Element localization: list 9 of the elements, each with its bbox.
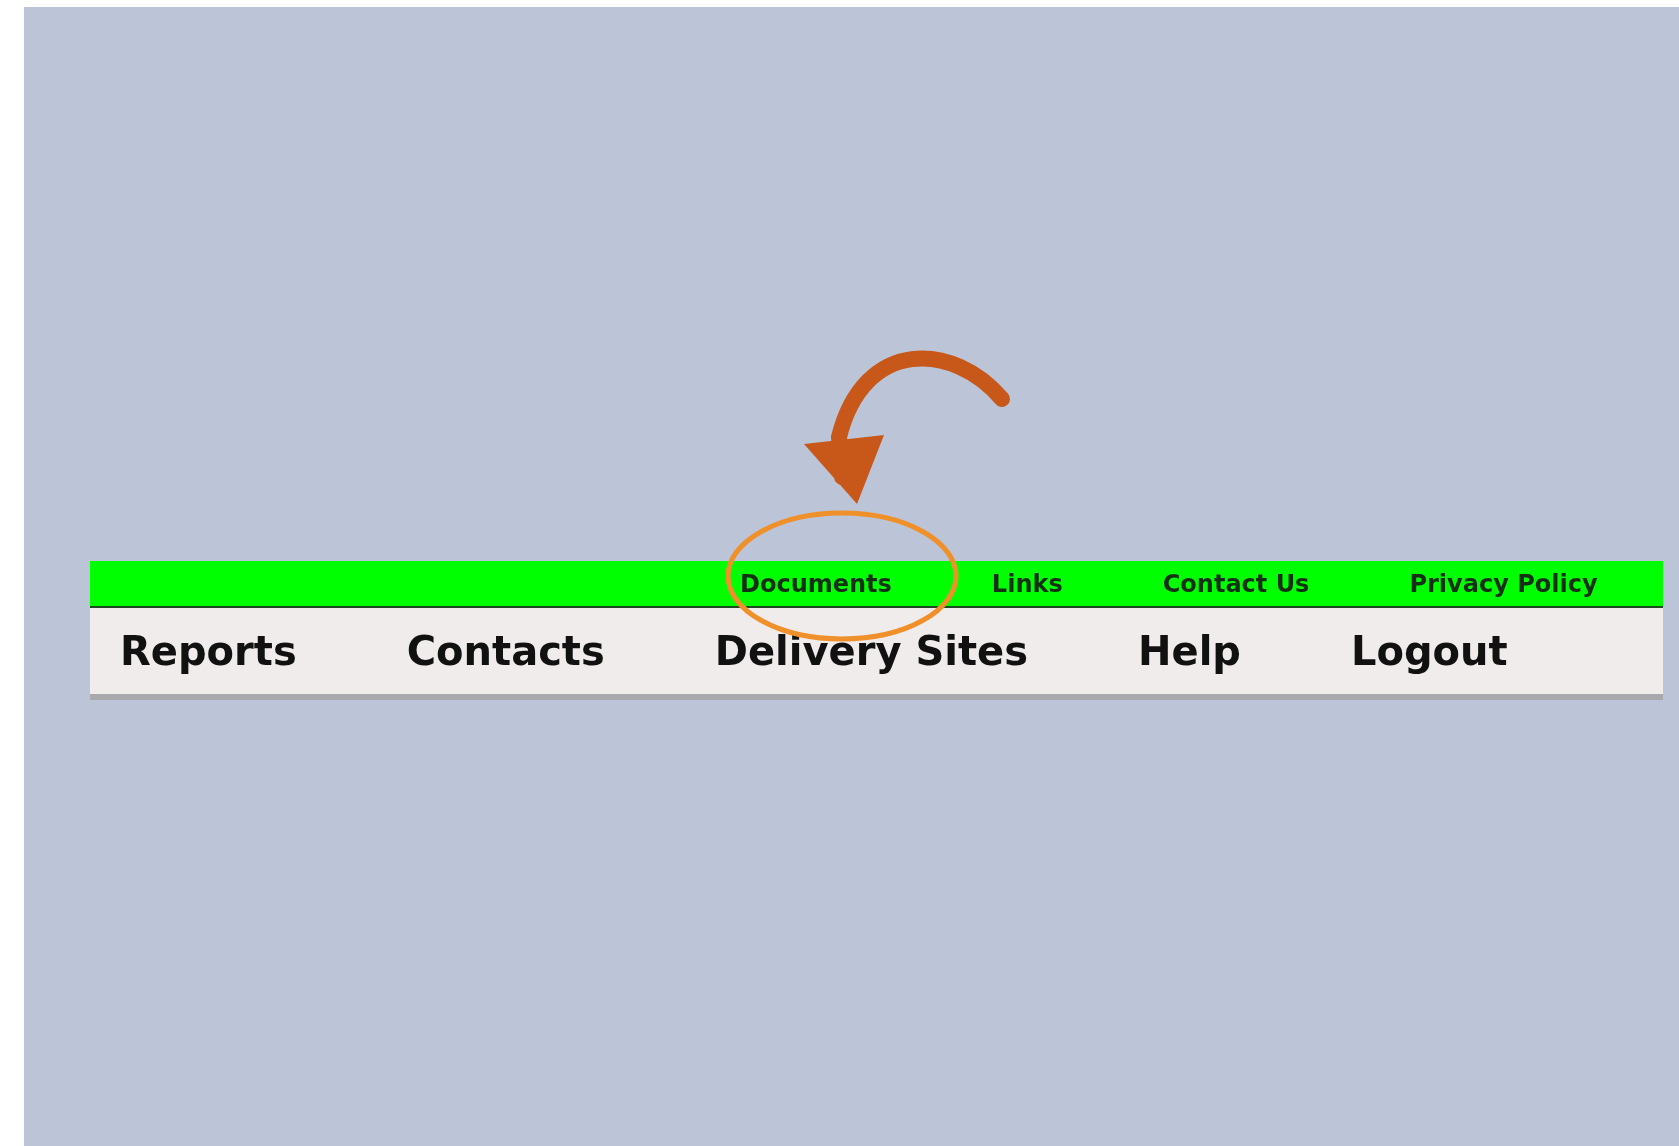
top-link[interactable]: Links xyxy=(991,565,1063,602)
nav-link[interactable]: Reports xyxy=(120,621,297,681)
nav-link[interactable]: Logout xyxy=(1351,621,1508,681)
nav-link[interactable]: Help xyxy=(1138,621,1241,681)
nav-link[interactable]: Contacts xyxy=(406,621,605,681)
top-link[interactable]: Documents xyxy=(740,565,892,602)
top-link[interactable]: Privacy Policy xyxy=(1409,565,1598,602)
nav-link[interactable]: Delivery Sites xyxy=(714,621,1029,681)
top-link[interactable]: Contact Us xyxy=(1162,565,1310,602)
